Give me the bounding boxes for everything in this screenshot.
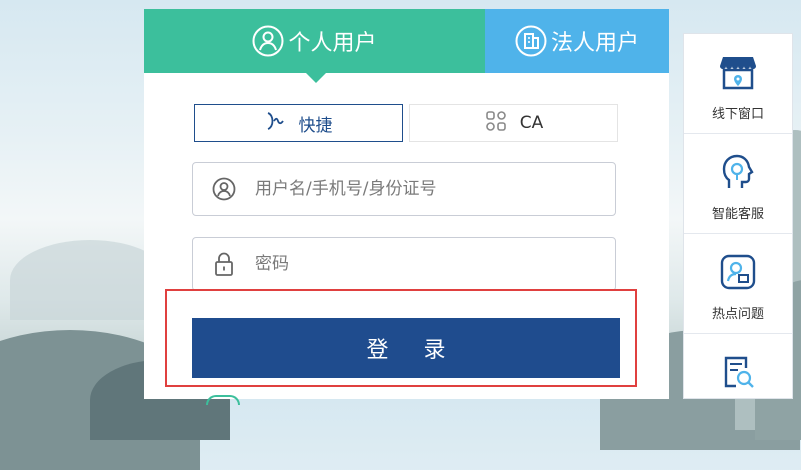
username-input[interactable]: [255, 179, 595, 199]
password-field[interactable]: [192, 237, 616, 291]
tab-personal-user[interactable]: 个人用户: [144, 9, 485, 83]
smart-service-icon: [718, 151, 758, 193]
lock-icon: [193, 251, 255, 277]
sidebar-item-offline-window[interactable]: 线下窗口: [684, 34, 792, 134]
bottom-partial-icon: [206, 395, 240, 405]
login-panel: 个人用户 法人用户 快捷 CA 登 录: [144, 9, 669, 405]
right-sidebar: 线下窗口 智能客服 热点问题: [683, 33, 793, 399]
tab-personal-label: 个人用户: [288, 31, 377, 56]
search-document-icon: [718, 351, 758, 393]
quick-wave-icon: [265, 110, 287, 137]
sidebar-item-label: 智能客服: [711, 207, 764, 222]
hot-question-icon: [718, 251, 758, 293]
password-input[interactable]: [255, 254, 595, 274]
quick-login-button[interactable]: 快捷: [194, 104, 403, 142]
tab-legal-user[interactable]: 法人用户: [485, 9, 669, 73]
user-circle-icon: [252, 25, 284, 57]
sidebar-item-smart-service[interactable]: 智能客服: [684, 134, 792, 234]
sidebar-item-search-docs[interactable]: [684, 334, 792, 434]
sidebar-item-label: 线下窗口: [711, 107, 764, 122]
username-field[interactable]: [192, 162, 616, 216]
sidebar-item-hot-questions[interactable]: 热点问题: [684, 234, 792, 334]
ca-grid-icon: [484, 109, 508, 138]
sidebar-item-label: 热点问题: [711, 307, 764, 322]
login-button[interactable]: 登 录: [192, 318, 620, 378]
store-icon: [718, 51, 758, 93]
quick-login-label: 快捷: [298, 115, 333, 136]
ca-login-label: CA: [519, 113, 544, 133]
building-icon: [515, 25, 547, 57]
tab-legal-label: 法人用户: [550, 31, 639, 56]
ca-login-button[interactable]: CA: [409, 104, 618, 142]
user-icon: [193, 177, 255, 201]
